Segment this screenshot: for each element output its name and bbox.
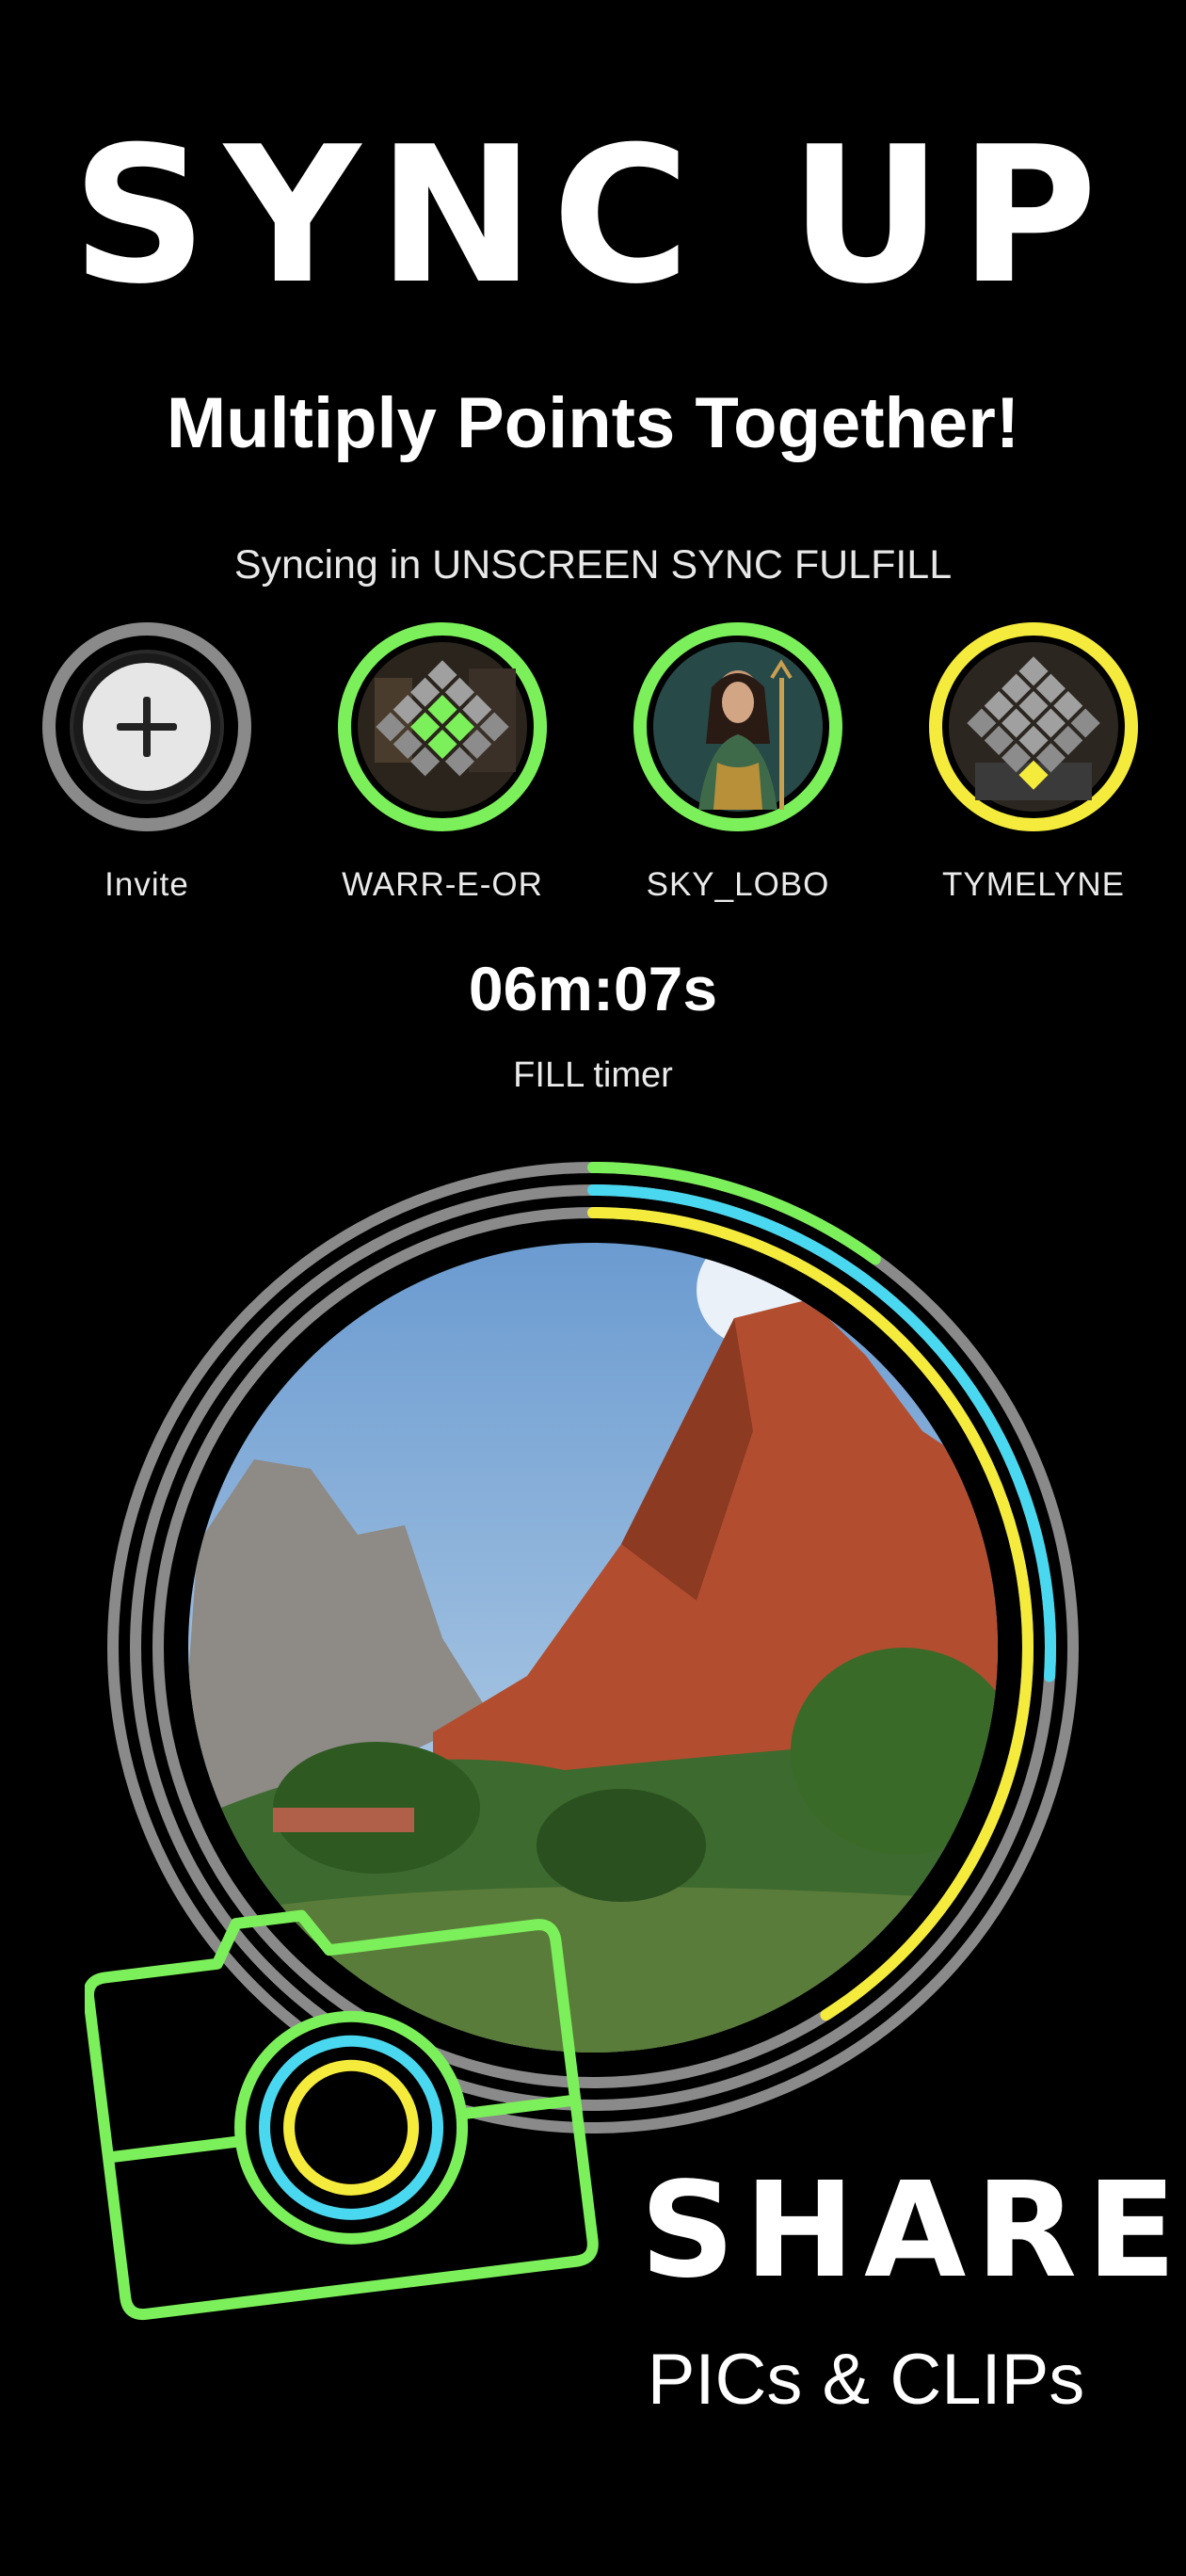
page-subtitle: Multiply Points Together!: [166, 383, 1020, 463]
sync-status-text: Syncing in UNSCREEN SYNC FULFILL: [233, 542, 953, 588]
member-name: Invite: [104, 866, 189, 903]
member-avatar[interactable]: [337, 621, 548, 832]
grid-badge-icon: [929, 622, 1138, 831]
grid-badge-icon: [338, 622, 547, 831]
member-sky-lobo[interactable]: SKY_LOBO: [625, 621, 851, 906]
avatar-photo: [633, 622, 842, 831]
member-name: WARR-E-OR: [342, 866, 543, 903]
member-avatar[interactable]: [633, 621, 843, 832]
share-subtitle: PICs & CLIPs: [647, 2340, 1085, 2420]
member-name: TYMELYNE: [941, 866, 1126, 903]
camera-icon[interactable]: [85, 1874, 612, 2335]
fill-timer-value: 06m:07s: [468, 954, 718, 1023]
member-warr-e-or[interactable]: WARR-E-OR: [329, 621, 555, 906]
member-tymelyne[interactable]: TYMELYNE: [921, 621, 1146, 906]
share-title: SHARE: [640, 2154, 1186, 2308]
invite-member[interactable]: Invite: [34, 621, 260, 906]
invite-ring[interactable]: [41, 621, 252, 832]
member-avatar[interactable]: [928, 621, 1139, 832]
page-title: SYNC UP: [72, 106, 1114, 326]
fill-timer-label: FILL timer: [513, 1055, 673, 1095]
plus-icon[interactable]: [41, 621, 252, 832]
member-name: SKY_LOBO: [646, 866, 830, 903]
